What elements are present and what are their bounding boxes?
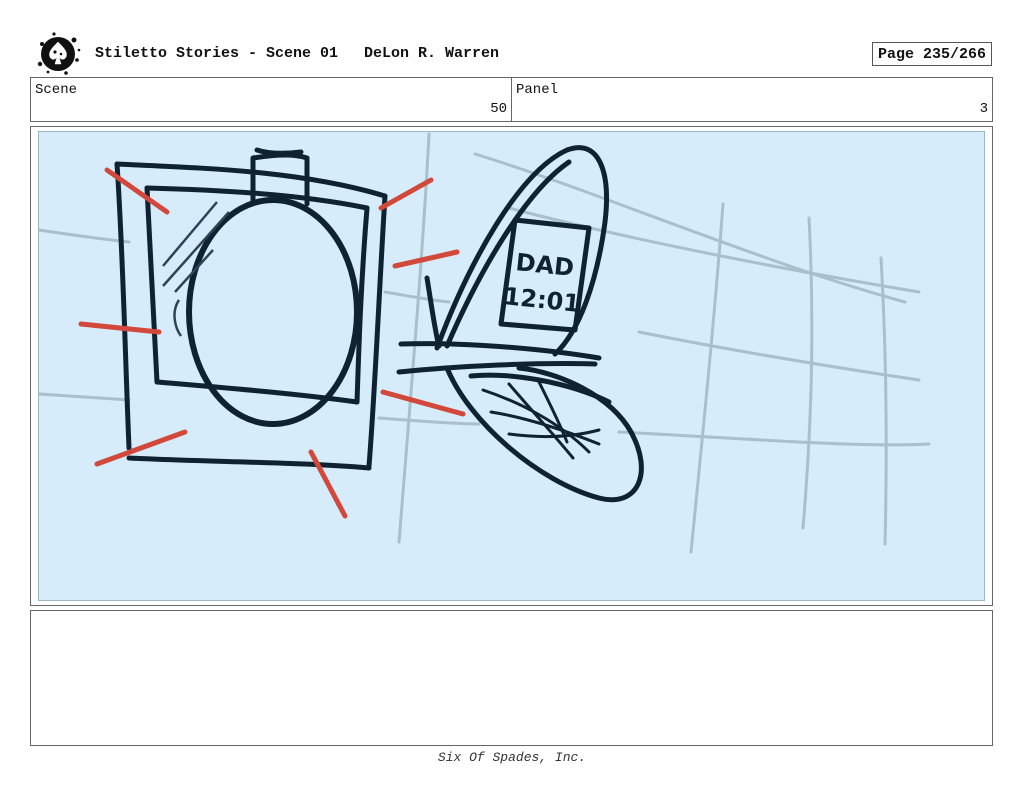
panel-number: 3 — [979, 101, 988, 117]
panel-drawing: DAD 12:01 — [38, 131, 985, 601]
footer-company: Six Of Spades, Inc. — [437, 750, 587, 765]
page-counter: Page 235/266 — [872, 42, 992, 66]
panel-cell: Panel 3 — [511, 78, 992, 121]
scene-panel-info: Scene 50 Panel 3 — [30, 77, 993, 122]
scene-cell: Scene 50 — [31, 78, 511, 121]
phone-keypad — [481, 380, 601, 460]
storyboard-panel: DAD 12:01 — [30, 126, 993, 606]
phone-time: 12:01 — [502, 282, 581, 318]
sketch-illustration: DAD 12:01 — [39, 132, 931, 554]
phone-caller-name: DAD — [514, 248, 575, 282]
scene-number: 50 — [490, 101, 507, 117]
spade-logo-icon — [37, 32, 81, 75]
author-name: DeLon R. Warren — [364, 45, 500, 62]
scene-label: Scene — [35, 82, 78, 98]
mirror-reflection — [162, 201, 230, 337]
panel-notes-area — [30, 610, 993, 746]
flip-phone-sketch — [396, 145, 644, 503]
mirror-sketch — [114, 147, 388, 471]
panel-label: Panel — [516, 82, 559, 98]
document-title: Stiletto Stories - Scene 01 — [95, 45, 339, 62]
